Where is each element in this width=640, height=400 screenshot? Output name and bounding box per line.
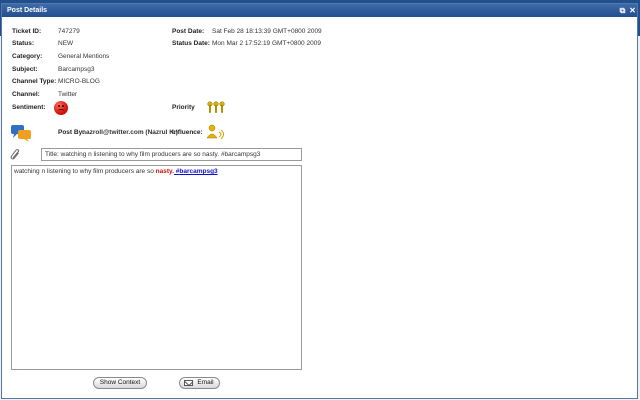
post-content-area[interactable]: watching n listening to why film produce… <box>11 165 302 370</box>
status-value: NEW <box>58 40 74 47</box>
post-by-value[interactable]: nazroll@twitter.com (Nazrul K.) <box>82 129 178 136</box>
close-icon[interactable]: ✕ <box>628 6 637 15</box>
influence-label: Influence: <box>172 129 203 136</box>
post-by-label: Post By: <box>58 129 85 136</box>
show-context-button[interactable]: Show Context <box>93 377 147 389</box>
status-date-value: Mon Mar 2 17:52:19 GMT+0800 2009 <box>212 40 321 47</box>
paperclip-icon <box>10 149 20 160</box>
subject-value: Barcampsg3 <box>58 66 95 73</box>
window-title: Post Details <box>7 7 48 14</box>
post-date-value: Sat Feb 28 18:13:39 GMT+0800 2009 <box>212 28 322 35</box>
sentiment-label: Sentiment: <box>12 104 46 111</box>
channel-value: Twitter <box>58 91 78 98</box>
category-value: General Mentions <box>58 53 110 60</box>
negative-face-icon <box>54 101 68 115</box>
subject-label: Subject: <box>12 66 38 73</box>
post-details-window: Post Details ⧉ ✕ Ticket ID: 747279 Statu… <box>1 3 638 399</box>
status-label: Status: <box>12 40 35 47</box>
negative-word: nasty. <box>155 168 174 175</box>
category-label: Category: <box>12 53 43 60</box>
post-date-label: Post Date: <box>172 28 205 35</box>
ticket-id-label: Ticket ID: <box>12 28 42 35</box>
post-body-text: watching n listening to why film produce… <box>14 168 156 175</box>
window-titlebar[interactable]: Post Details ⧉ ✕ <box>2 4 637 17</box>
show-context-label: Show Context <box>99 379 141 386</box>
chat-bubbles-icon <box>11 125 31 142</box>
status-date-label: Status Date: <box>172 40 210 47</box>
priority-label: Priority <box>172 104 195 111</box>
email-label: Email <box>197 379 214 386</box>
channel-type-label: Channel Type: <box>12 78 57 85</box>
restore-icon[interactable]: ⧉ <box>618 6 627 15</box>
channel-type-value: MICRO-BLOG <box>58 78 100 85</box>
post-title-field[interactable]: Title: watching n listening to why film … <box>41 148 302 161</box>
influence-person-icon <box>206 124 224 140</box>
ticket-id-value: 747279 <box>58 28 80 35</box>
priority-keys-icon <box>207 101 225 113</box>
channel-label: Channel: <box>12 91 40 98</box>
email-button[interactable]: Email <box>179 377 220 389</box>
envelope-icon <box>184 380 193 386</box>
hashtag-link[interactable]: barcampsg3 <box>179 168 217 175</box>
